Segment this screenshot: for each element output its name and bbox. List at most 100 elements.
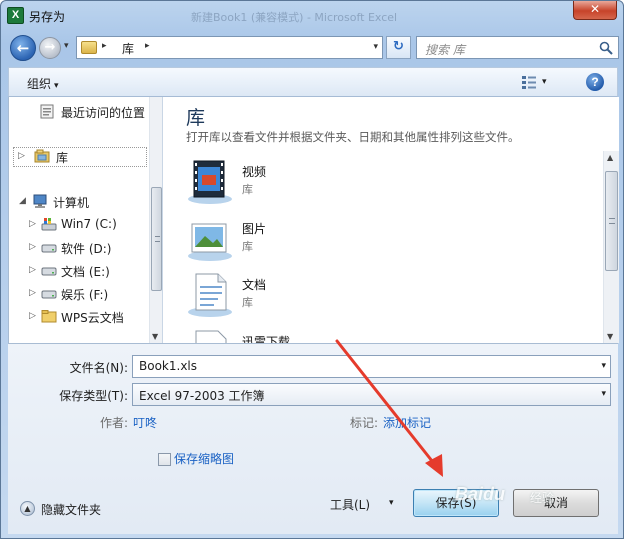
expand-arrow-icon[interactable]: ▷ [29,311,36,321]
refresh-button[interactable]: ↻ [386,36,411,59]
author-value[interactable]: 叮咚 [133,414,157,431]
drive-icon [41,290,57,299]
scrollbar-thumb[interactable] [151,187,162,291]
search-icon[interactable] [599,41,613,55]
filename-value: Book1.xls [139,359,198,373]
command-bar: 组织 ▾ ▾ ? [8,67,618,97]
folder-icon [81,41,97,54]
library-item-name: 图片 [242,222,267,236]
window-title: 另存为 [29,10,66,24]
sidebar-item-label: 娱乐 (F:) [61,288,109,302]
chevron-down-icon[interactable]: ▾ [601,361,606,371]
add-tags-link[interactable]: 添加标记 [383,414,431,431]
scroll-down-icon[interactable]: ▼ [607,332,613,341]
filetype-value: Excel 97-2003 工作簿 [139,389,265,403]
library-heading: 库 [186,107,206,129]
library-item-kind: 库 [242,296,253,309]
filename-input[interactable]: Book1.xls ▾ [132,355,611,378]
expand-arrow-icon[interactable]: ▷ [18,151,25,161]
navigation-scrollbar[interactable]: ▼ [149,97,162,343]
cancel-button[interactable]: 取消 [513,489,599,517]
sidebar-item-label: WPS云文档 [61,311,124,325]
sidebar-item-label: 最近访问的位置 [61,106,146,120]
navigation-pane: 最近访问的位置 ▷ 库 ◢ 计算机 ▷ Win7 (C:) ▷ 软件 (D:) … [9,97,163,343]
library-item-documents[interactable]: 文档 库 [186,270,506,322]
documents-library-icon [188,273,232,317]
chevron-down-icon: ▾ [601,389,606,399]
breadcrumb-separator[interactable]: ▸ [102,41,107,51]
save-thumbnail-checkbox[interactable] [158,453,171,466]
expand-arrow-icon[interactable]: ▷ [29,288,36,298]
computer-icon [33,194,47,208]
breadcrumb-libraries[interactable]: 库 [122,40,134,57]
save-thumbnail-label[interactable]: 保存缩略图 [174,450,234,467]
scrollbar-thumb[interactable] [605,171,618,271]
library-description: 打开库以查看文件并根据文件夹、日期和其他属性排列这些文件。 [186,130,520,144]
sidebar-item-label: 软件 (D:) [61,242,112,256]
tags-label: 标记: [350,416,379,430]
filetype-label: 保存类型(T): [59,389,128,403]
library-item-kind: 库 [242,183,253,196]
address-bar[interactable]: ▸ 库 ▸ ▾ [76,36,383,59]
sidebar-item-drive-e[interactable]: ▷ 文档 (E:) [29,262,149,282]
filetype-select[interactable]: Excel 97-2003 工作簿 ▾ [132,383,611,406]
search-input[interactable]: 搜索 库 [416,36,619,59]
tools-dropdown-icon[interactable]: ▾ [389,498,394,508]
change-view-icon[interactable] [521,75,537,90]
save-button[interactable]: 保存(S) [413,489,499,517]
expand-arrow-icon[interactable]: ▷ [29,242,36,252]
library-item-kind: 库 [242,240,253,253]
organize-label: 组织 [27,77,52,91]
library-item-downloads[interactable]: 迅雷下载 [186,327,506,343]
filename-label: 文件名(N): [69,361,128,375]
breadcrumb-separator[interactable]: ▸ [145,41,150,51]
collapse-arrow-icon[interactable]: ◢ [19,196,26,206]
navigation-bar: ← → ▾ ▸ 库 ▸ ▾ ↻ 搜索 库 [8,33,619,63]
title-bar[interactable]: X 另存为 新建Book1 (兼容模式) - Microsoft Excel ✕ [1,1,623,31]
libraries-icon [34,149,50,163]
expand-arrow-icon[interactable]: ▷ [29,265,36,275]
sidebar-item-wps-cloud[interactable]: ▷ WPS云文档 [29,308,149,328]
library-view: 库 打开库以查看文件并根据文件夹、日期和其他属性排列这些文件。 视频 库 图片 … [164,97,619,343]
excel-icon: X [7,7,24,24]
tools-button[interactable]: 工具(L) [330,496,370,513]
save-as-dialog: X 另存为 新建Book1 (兼容模式) - Microsoft Excel ✕… [0,0,624,539]
drive-icon [41,267,57,276]
video-library-icon [188,160,232,204]
library-item-name: 迅雷下载 [242,335,291,343]
expand-arrow-icon[interactable]: ▷ [29,219,36,229]
sidebar-item-label: Win7 (C:) [61,217,117,231]
folder-icon [41,310,57,323]
help-icon[interactable]: ? [586,73,604,91]
back-button[interactable]: ← [10,35,36,61]
organize-button[interactable]: 组织 ▾ [27,75,59,92]
search-placeholder: 搜索 库 [425,43,465,57]
save-details-panel: 文件名(N): Book1.xls ▾ 保存类型(T): Excel 97-20… [8,344,618,534]
hide-folders-button[interactable]: 隐藏文件夹 [41,501,101,518]
download-library-icon [195,330,227,343]
background-window-title: 新建Book1 (兼容模式) - Microsoft Excel [191,11,398,24]
scroll-up-icon[interactable]: ▲ [607,153,613,162]
sidebar-item-libraries[interactable]: ▷ 库 [13,147,147,167]
sidebar-item-drive-f[interactable]: ▷ 娱乐 (F:) [29,285,149,305]
library-item-pictures[interactable]: 图片 库 [186,214,506,266]
drive-icon [41,244,57,253]
sidebar-item-recent-places[interactable]: 最近访问的位置 [19,103,149,123]
library-item-videos[interactable]: 视频 库 [186,157,506,209]
system-drive-icon [41,218,57,231]
sidebar-item-computer[interactable]: ◢ 计算机 [19,193,149,213]
author-label: 作者: [100,416,129,430]
scroll-down-icon[interactable]: ▼ [152,332,158,341]
sidebar-item-drive-d[interactable]: ▷ 软件 (D:) [29,239,149,259]
address-dropdown-button[interactable]: ▾ [373,42,378,52]
library-scrollbar[interactable]: ▲ ▼ [603,151,619,343]
close-button[interactable]: ✕ [573,1,617,20]
forward-button[interactable]: → [39,37,61,59]
browser-area: 最近访问的位置 ▷ 库 ◢ 计算机 ▷ Win7 (C:) ▷ 软件 (D:) … [8,97,619,344]
view-options-dropdown[interactable]: ▾ [542,77,547,87]
grip-icon [609,218,615,224]
sidebar-item-drive-c[interactable]: ▷ Win7 (C:) [29,216,149,236]
recent-pages-dropdown[interactable]: ▾ [64,41,69,51]
collapse-up-icon[interactable]: ▲ [20,501,35,516]
sidebar-item-label: 文档 (E:) [61,265,110,279]
